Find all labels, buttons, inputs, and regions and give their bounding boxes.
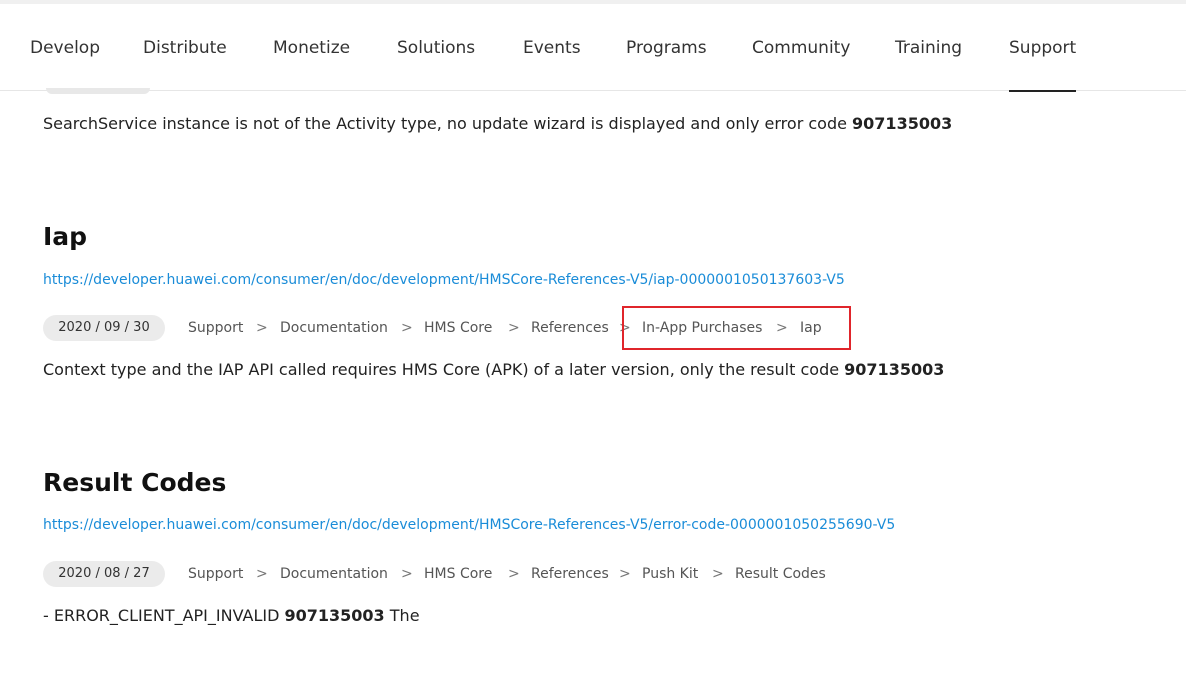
snippet-code: 907135003 [844, 360, 945, 379]
snippet-after: The [384, 606, 420, 625]
highlight-annotation-box [622, 306, 851, 350]
breadcrumb-support[interactable]: Support [188, 315, 243, 341]
breadcrumb-support[interactable]: Support [188, 561, 243, 587]
breadcrumb-separator: > [401, 320, 413, 336]
top-navigation: Develop Distribute Monetize Solutions Ev… [0, 4, 1186, 92]
result-url-iap[interactable]: https://developer.huawei.com/consumer/en… [43, 272, 845, 288]
breadcrumb-references[interactable]: References [531, 315, 609, 341]
breadcrumb-separator: > [619, 566, 631, 582]
top-result-snippet: SearchService instance is not of the Act… [43, 114, 952, 133]
date-badge: 2020 / 09 / 30 [43, 315, 165, 341]
nav-item-events[interactable]: Events [523, 4, 581, 91]
breadcrumb-push-kit[interactable]: Push Kit [642, 561, 698, 587]
breadcrumb-separator: > [508, 566, 520, 582]
result-snippet-result-codes: - ERROR_CLIENT_API_INVALID 907135003 The [43, 606, 420, 625]
breadcrumb-separator: > [401, 566, 413, 582]
result-title-result-codes[interactable]: Result Codes [43, 468, 226, 497]
nav-item-monetize[interactable]: Monetize [273, 4, 350, 91]
breadcrumb-separator: > [508, 320, 520, 336]
breadcrumb-documentation[interactable]: Documentation [280, 561, 388, 587]
nav-item-programs[interactable]: Programs [626, 4, 707, 91]
breadcrumb-separator: > [256, 320, 268, 336]
snippet-text: Context type and the IAP API called requ… [43, 360, 845, 379]
nav-item-community[interactable]: Community [752, 4, 850, 91]
nav-item-support[interactable]: Support [1009, 4, 1077, 92]
breadcrumb-references[interactable]: References [531, 561, 609, 587]
result-snippet-iap: Context type and the IAP API called requ… [43, 360, 944, 379]
breadcrumb-hms-core[interactable]: HMS Core [424, 561, 492, 587]
nav-item-training[interactable]: Training [895, 4, 962, 91]
breadcrumb-documentation[interactable]: Documentation [280, 315, 388, 341]
nav-item-develop[interactable]: Develop [30, 4, 100, 91]
breadcrumb-result-codes[interactable]: Result Codes [735, 561, 826, 587]
snippet-code: 907135003 [284, 606, 385, 625]
nav-item-solutions[interactable]: Solutions [397, 4, 475, 91]
date-badge: 2020 / 08 / 27 [43, 561, 165, 587]
breadcrumb-separator: > [256, 566, 268, 582]
snippet-code: 907135003 [852, 114, 953, 133]
result-title-iap[interactable]: Iap [43, 222, 87, 251]
snippet-text: - ERROR_CLIENT_API_INVALID [43, 606, 285, 625]
nav-item-distribute[interactable]: Distribute [143, 4, 227, 91]
result-url-result-codes[interactable]: https://developer.huawei.com/consumer/en… [43, 517, 895, 533]
snippet-text: SearchService instance is not of the Act… [43, 114, 853, 133]
previous-date-badge-fragment [46, 88, 150, 94]
breadcrumb-hms-core[interactable]: HMS Core [424, 315, 492, 341]
breadcrumb-separator: > [712, 566, 724, 582]
